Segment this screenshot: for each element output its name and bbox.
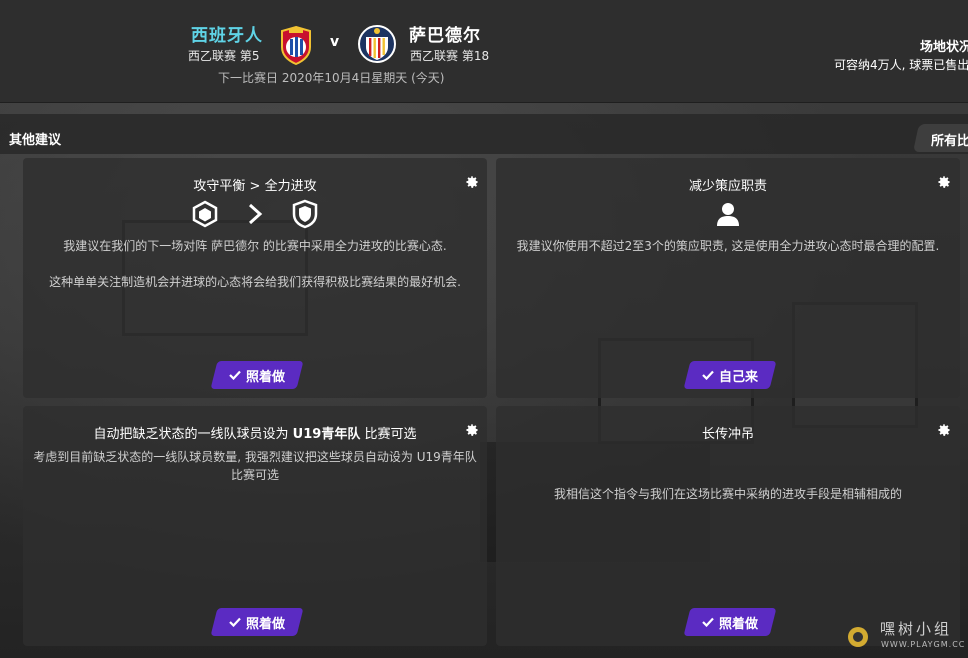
suggestion-card-support-duties: 减少策应职责 我建议你使用不超过2至3个的策应职责, 这是使用全力进攻心态时最合… (496, 158, 960, 398)
gear-icon[interactable] (937, 423, 951, 437)
gear-icon[interactable] (465, 423, 479, 437)
away-team-league: 西乙联赛 第18 (410, 49, 490, 63)
gear-icon[interactable] (937, 175, 951, 189)
section-title: 其他建议 (9, 133, 62, 148)
do-it-button-content[interactable]: 照着做 (214, 608, 300, 636)
do-it-button[interactable]: 照着做 (210, 608, 304, 636)
section-strip (0, 114, 968, 154)
gear-icon[interactable] (465, 175, 479, 189)
card-body: 我建议你使用不超过2至3个的策应职责, 这是使用全力进攻心态时最合理的配置. (506, 237, 950, 273)
do-it-myself-button-content[interactable]: 自己来 (687, 361, 773, 389)
card-body-line: 考虑到目前缺乏状态的一线队球员数量, 我强烈建议把这些球员自动设为 U19青年队… (33, 450, 477, 482)
balanced-mentality-icon (192, 200, 218, 228)
away-crest-icon[interactable] (358, 23, 396, 65)
suggestion-card-mentality: 攻守平衡 > 全力进攻 我建议在我们的下一场对阵 萨巴德尔 的比赛中采用全力进攻… (23, 158, 487, 398)
do-it-button-content[interactable]: 照着做 (214, 361, 300, 389)
away-team-name[interactable]: 萨巴德尔 (409, 21, 481, 46)
card-body-line: 这种单单关注制造机会并进球的心态将会给我们获得积极比赛结果的最好机会. (49, 275, 461, 289)
chevron-right-icon (248, 203, 263, 225)
venue-title: 场地状况 (920, 40, 968, 55)
do-it-button[interactable]: 照着做 (210, 361, 304, 389)
do-it-button-label: 照着做 (718, 616, 758, 632)
attacking-mentality-icon (292, 199, 318, 229)
watermark-url: WWW.PLAYGM.CC (881, 640, 966, 649)
card-body: 我相信这个指令与我们在这场比赛中采纳的进攻手段是相辅相成的 (506, 485, 950, 521)
card-title-suffix: 比赛可选 (360, 427, 417, 442)
card-title: 减少策应职责 (688, 179, 767, 194)
versus-label: v (330, 34, 340, 50)
check-icon (702, 617, 714, 627)
watermark-text: 嘿树小组 (880, 620, 953, 638)
card-body-line: 我建议在我们的下一场对阵 萨巴德尔 的比赛中采用全力进攻的比赛心态. (63, 239, 447, 253)
suggestion-card-long-ball: 长传冲吊 我相信这个指令与我们在这场比赛中采纳的进攻手段是相辅相成的 照着做 (496, 406, 960, 646)
venue-capacity: 可容纳4万人, 球票已售出 (834, 58, 968, 72)
player-icon (717, 203, 739, 226)
check-icon (702, 370, 714, 380)
card-body: 我建议在我们的下一场对阵 萨巴德尔 的比赛中采用全力进攻的比赛心态. 这种单单关… (33, 237, 477, 309)
card-title-prefix: 自动把缺乏状态的一线队球员设为 (93, 427, 293, 442)
do-it-myself-button-label: 自己来 (718, 369, 758, 385)
card-title: 自动把缺乏状态的一线队球员设为 U19青年队 比赛可选 (23, 423, 487, 442)
do-it-button[interactable]: 照着做 (683, 608, 777, 636)
check-icon (229, 617, 241, 627)
card-title: 长传冲吊 (701, 427, 754, 442)
do-it-button-content[interactable]: 照着做 (687, 608, 773, 636)
card-body: 考虑到目前缺乏状态的一线队球员数量, 我强烈建议把这些球员自动设为 U19青年队… (29, 448, 481, 502)
suggestion-card-u19: 自动把缺乏状态的一线队球员设为 U19青年队 比赛可选 考虑到目前缺乏状态的一线… (23, 406, 487, 646)
home-crest-icon[interactable] (279, 25, 313, 65)
do-it-button-label: 照着做 (245, 369, 285, 385)
check-icon (229, 370, 241, 380)
all-matches-tab-label[interactable]: 所有比赛 (931, 130, 968, 149)
do-it-button-label: 照着做 (245, 616, 285, 632)
home-team-league: 西乙联赛 第5 (188, 49, 260, 63)
home-team-name[interactable]: 西班牙人 (191, 21, 263, 46)
card-title-team: U19青年队 (292, 427, 361, 442)
next-match-date: 下一比赛日 2020年10月4日星期天 (今天) (218, 71, 445, 85)
do-it-myself-button[interactable]: 自己来 (683, 361, 777, 389)
card-body-line: 我建议你使用不超过2至3个的策应职责, 这是使用全力进攻心态时最合理的配置. (516, 239, 940, 253)
card-body-line: 我相信这个指令与我们在这场比赛中采纳的进攻手段是相辅相成的 (553, 487, 902, 501)
card-title: 攻守平衡 > 全力进攻 (193, 179, 317, 194)
